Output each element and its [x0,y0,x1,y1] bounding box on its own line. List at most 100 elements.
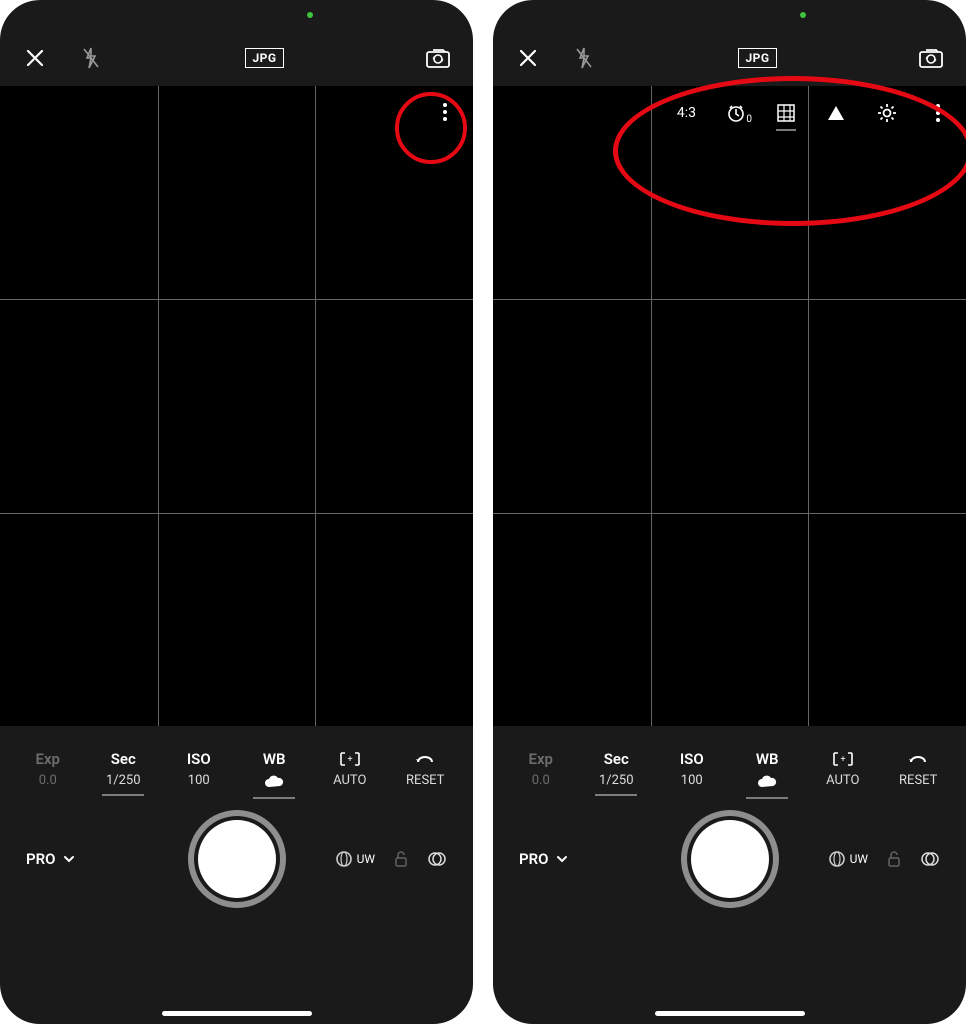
reset-icon [907,750,929,768]
switch-camera-icon[interactable] [918,45,944,71]
param-shutter-speed[interactable]: Sec 1/250 [94,750,152,788]
viewfinder[interactable] [0,86,473,726]
status-bar [493,0,966,30]
chevron-down-icon [62,852,76,866]
histogram-icon [826,104,846,122]
param-value: 1/250 [106,773,141,788]
lens-selector[interactable]: UW [828,850,868,868]
grid-line [808,86,809,726]
param-label: RESET [899,773,937,788]
param-value: 1/250 [599,773,634,788]
aspect-ratio-button[interactable]: 4:3 [677,105,696,121]
more-options-icon[interactable] [435,102,455,122]
timer-button[interactable]: 0 [726,103,746,123]
svg-text:+: + [840,755,845,765]
param-iso[interactable]: ISO 100 [170,750,228,788]
lens-icon [335,850,353,868]
param-value: AUTO [333,773,366,788]
camera-controls: Exp 0.0 Sec 1/250 ISO 100 WB + [493,726,966,1024]
viewfinder-toolbar-expanded: 4:3 0 [659,96,966,134]
histogram-button[interactable] [826,104,846,122]
param-label: ISO [680,750,704,768]
lens-icon [828,850,846,868]
grid-toggle-button[interactable] [776,103,796,123]
camera-indicator-dot [800,12,806,18]
viewfinder-toolbar-collapsed [417,96,473,132]
param-focus[interactable]: + AUTO [814,750,872,788]
param-label: Exp [529,750,554,768]
param-value: AUTO [826,773,859,788]
lens-label: UW [357,852,375,866]
gear-icon [876,102,898,124]
grid-line [0,299,473,300]
reset-icon [414,750,436,768]
grid-icon [776,103,796,123]
filter-icon[interactable] [920,849,940,869]
lock-icon[interactable] [886,850,902,868]
home-indicator[interactable] [162,1011,312,1016]
lens-label: UW [850,852,868,866]
settings-button[interactable] [876,102,898,124]
param-reset[interactable]: RESET [889,750,947,788]
grid-line [315,86,316,726]
mode-label: PRO [519,850,549,868]
shutter-row: PRO UW [10,809,463,909]
camera-controls: Exp 0.0 Sec 1/250 ISO 100 WB + [0,726,473,1024]
status-bar [0,0,473,30]
flash-off-icon[interactable] [78,45,104,71]
flash-off-icon[interactable] [571,45,597,71]
format-badge[interactable]: JPG [245,48,283,68]
close-icon[interactable] [22,45,48,71]
viewfinder[interactable]: 4:3 0 [493,86,966,726]
mode-selector[interactable]: PRO [26,850,76,868]
param-value: 0.0 [532,773,550,788]
param-exposure[interactable]: Exp 0.0 [19,750,77,788]
param-reset[interactable]: RESET [396,750,454,788]
param-focus[interactable]: + AUTO [321,750,379,788]
close-icon[interactable] [515,45,541,71]
shutter-row: PRO UW [503,809,956,909]
param-white-balance[interactable]: WB [738,750,796,791]
focus-bracket-icon: + [339,750,361,768]
mode-label: PRO [26,850,56,868]
camera-indicator-dot [307,12,313,18]
grid-line [158,86,159,726]
switch-camera-icon[interactable] [425,45,451,71]
focus-bracket-icon: + [832,750,854,768]
more-options-icon[interactable] [928,103,948,123]
shutter-button[interactable] [198,820,276,898]
filter-icon[interactable] [427,849,447,869]
cloudy-wb-icon [756,773,778,791]
param-label: ISO [187,750,211,768]
home-indicator[interactable] [655,1011,805,1016]
param-label: RESET [406,773,444,788]
mode-selector[interactable]: PRO [519,850,569,868]
grid-line [493,513,966,514]
param-label: WB [756,750,779,768]
param-value: 0.0 [39,773,57,788]
shutter-button[interactable] [691,820,769,898]
param-shutter-speed[interactable]: Sec 1/250 [587,750,645,788]
chevron-down-icon [555,852,569,866]
grid-line [493,299,966,300]
param-label: WB [263,750,286,768]
param-white-balance[interactable]: WB [245,750,303,791]
timer-icon [726,103,746,123]
param-label: Exp [36,750,61,768]
lock-icon[interactable] [393,850,409,868]
param-exposure[interactable]: Exp 0.0 [512,750,570,788]
param-label: Sec [111,750,136,768]
param-row: Exp 0.0 Sec 1/250 ISO 100 WB + [503,740,956,809]
format-badge[interactable]: JPG [738,48,776,68]
timer-value: 0 [746,114,752,125]
cloudy-wb-icon [263,773,285,791]
param-label: Sec [604,750,629,768]
param-value: 100 [188,773,210,788]
param-value: 100 [681,773,703,788]
phone-screenshot-right: JPG 4:3 0 [493,0,966,1024]
aspect-ratio-label: 4:3 [677,105,696,121]
param-iso[interactable]: ISO 100 [663,750,721,788]
lens-selector[interactable]: UW [335,850,375,868]
phone-screenshot-left: JPG Exp 0.0 Sec 1/250 [0,0,473,1024]
param-row: Exp 0.0 Sec 1/250 ISO 100 WB + [10,740,463,809]
